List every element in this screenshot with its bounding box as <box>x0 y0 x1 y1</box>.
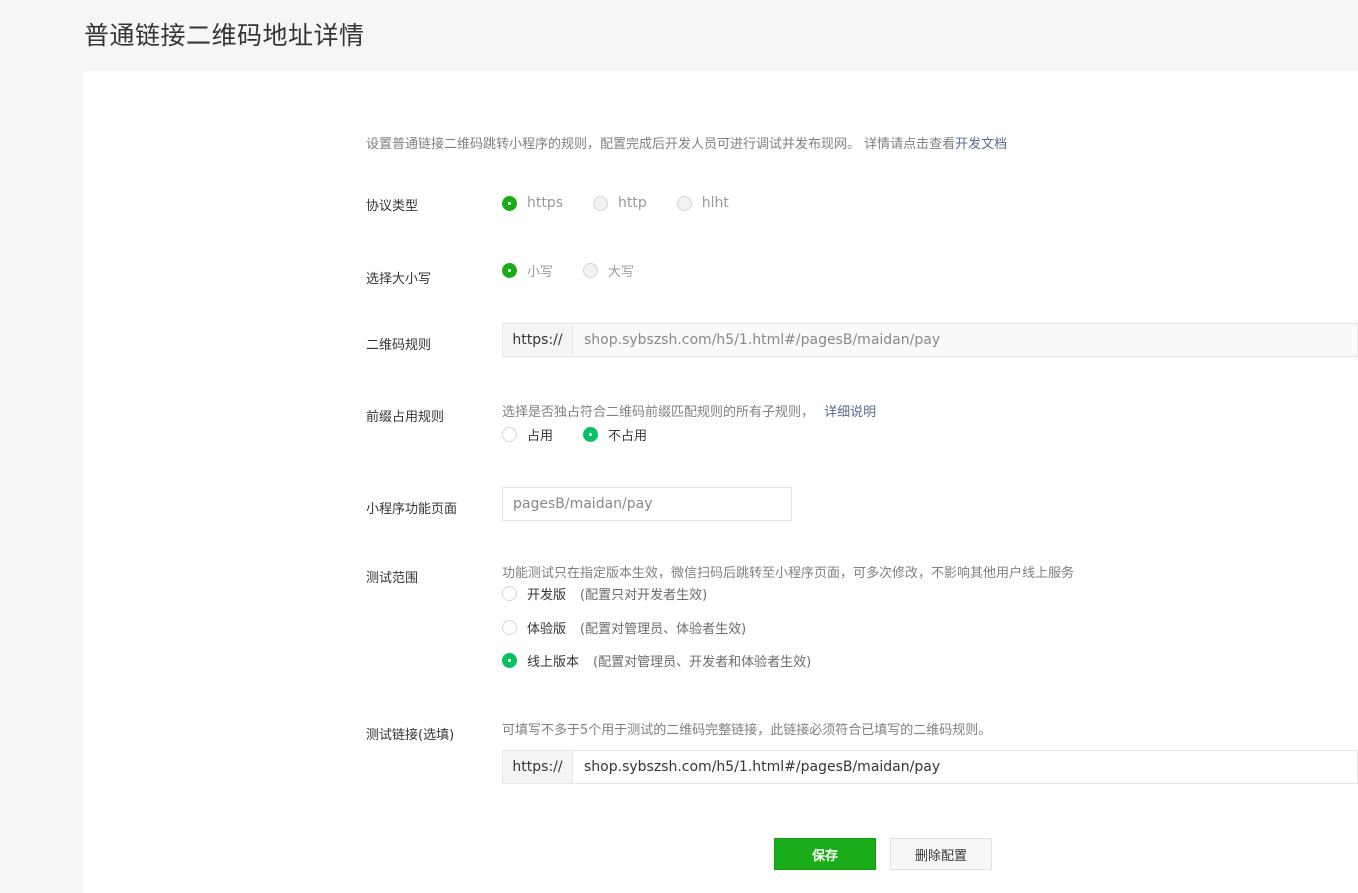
option-label: 占用 <box>527 429 554 444</box>
option-label: 小写 <box>527 265 554 280</box>
prefix-rule-label: 前缀占用规则 <box>366 410 445 425</box>
case-option-lower[interactable]: 小写 <box>502 261 553 280</box>
radio-unchecked-icon[interactable] <box>502 427 517 442</box>
radio-unchecked-icon[interactable] <box>583 263 599 278</box>
prefix-option-not-occupy[interactable]: 不占用 <box>583 425 647 444</box>
radio-unchecked-icon[interactable] <box>502 586 517 601</box>
qr-rule-prefix: https:// <box>503 324 573 356</box>
test-scope-label: 测试范围 <box>366 571 419 586</box>
test-link-hint: 可填写不多于5个用于测试的二维码完整链接，此链接必须符合已填写的二维码规则。 <box>502 723 992 738</box>
page-title: 普通链接二维码地址详情 <box>84 21 365 50</box>
protocol-label: 协议类型 <box>366 199 419 214</box>
scope-option-trial[interactable]: 体验版 (配置对管理员、体验者生效) <box>502 618 746 637</box>
qr-rule-label: 二维码规则 <box>366 338 432 353</box>
prefix-rule-hint: 选择是否独占符合二维码前缀匹配规则的所有子规则， 详细说明 <box>502 401 876 420</box>
test-scope-hint: 功能测试只在指定版本生效，微信扫码后跳转至小程序页面，可多次修改，不影响其他用户… <box>502 566 1075 581</box>
option-label: 开发版 <box>527 588 567 603</box>
option-label: https <box>527 195 564 211</box>
scope-option-release[interactable]: 线上版本 (配置对管理员、开发者和体验者生效) <box>502 651 811 670</box>
protocol-option-hlht[interactable]: hlht <box>676 195 729 211</box>
save-button[interactable]: 保存 <box>774 838 876 870</box>
protocol-option-http[interactable]: http <box>593 195 647 211</box>
page-path-label: 小程序功能页面 <box>366 502 458 517</box>
prefix-rule-hint-text: 选择是否独占符合二维码前缀匹配规则的所有子规则， <box>502 405 815 420</box>
scope-option-dev[interactable]: 开发版 (配置只对开发者生效) <box>502 584 707 603</box>
test-link-prefix: https:// <box>503 751 573 783</box>
prefix-option-occupy[interactable]: 占用 <box>502 425 553 444</box>
radio-unchecked-icon[interactable] <box>593 195 609 211</box>
option-label: 不占用 <box>608 429 648 444</box>
test-link-input-group: https:// shop.sybszsh.com/h5/1.html#/pag… <box>502 750 1358 784</box>
radio-checked-icon[interactable] <box>502 653 517 668</box>
config-card: 设置普通链接二维码跳转小程序的规则，配置完成后开发人员可进行调试并发布现网。 详… <box>83 71 1358 893</box>
page-path-input-group: pagesB/maidan/pay <box>502 487 792 521</box>
option-note: (配置对管理员、体验者生效) <box>580 622 747 637</box>
option-label: hlht <box>701 195 729 211</box>
qr-rule-input-group: https:// shop.sybszsh.com/h5/1.html#/pag… <box>502 323 1358 357</box>
qr-rule-input[interactable]: shop.sybszsh.com/h5/1.html#/pagesB/maida… <box>573 324 1357 356</box>
prefix-rule-radio-group: 占用 不占用 <box>502 425 677 444</box>
radio-checked-icon[interactable] <box>502 263 517 278</box>
option-note: (配置对管理员、开发者和体验者生效) <box>593 655 812 670</box>
option-label: 线上版本 <box>527 655 580 670</box>
test-link-label: 测试链接(选填) <box>366 728 455 743</box>
intro-description: 设置普通链接二维码跳转小程序的规则，配置完成后开发人员可进行调试并发布现网。 详… <box>366 137 956 152</box>
protocol-radio-group: https http hlht <box>502 195 759 211</box>
radio-checked-icon[interactable] <box>502 195 517 211</box>
option-note: (配置只对开发者生效) <box>580 588 708 603</box>
intro-text: 设置普通链接二维码跳转小程序的规则，配置完成后开发人员可进行调试并发布现网。 详… <box>366 133 1007 152</box>
test-link-input[interactable]: shop.sybszsh.com/h5/1.html#/pagesB/maida… <box>573 751 1357 783</box>
option-label: 体验版 <box>527 622 567 637</box>
radio-unchecked-icon[interactable] <box>676 195 692 211</box>
option-label: 大写 <box>608 265 635 280</box>
protocol-option-https[interactable]: https <box>502 195 563 211</box>
delete-config-button[interactable]: 删除配置 <box>890 838 992 870</box>
page-path-input[interactable]: pagesB/maidan/pay <box>503 488 791 520</box>
prefix-rule-detail-link[interactable]: 详细说明 <box>824 405 876 420</box>
radio-checked-icon[interactable] <box>583 427 599 442</box>
case-label: 选择大小写 <box>366 272 432 287</box>
option-label: http <box>618 195 647 211</box>
radio-unchecked-icon[interactable] <box>502 620 517 635</box>
case-option-upper[interactable]: 大写 <box>583 261 634 280</box>
dev-docs-link[interactable]: 开发文档 <box>955 137 1007 152</box>
case-radio-group: 小写 大写 <box>502 261 664 280</box>
